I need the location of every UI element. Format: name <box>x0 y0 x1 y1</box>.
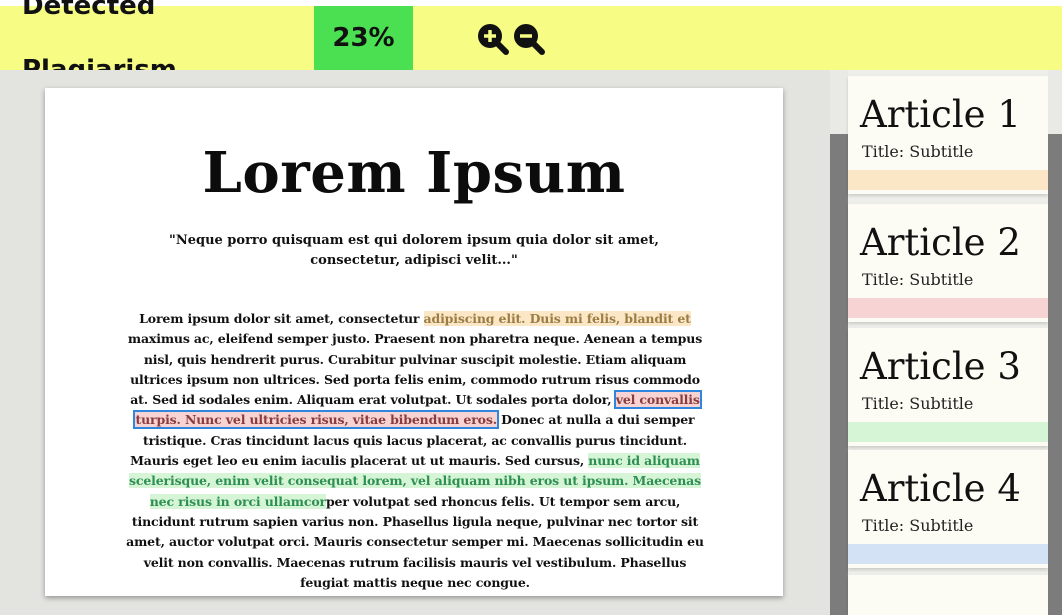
zoom-in-icon[interactable] <box>475 21 509 55</box>
article-color-bar <box>848 170 1048 190</box>
scrollbar-thumb[interactable] <box>830 70 848 134</box>
article-subtitle: Title: Subtitle <box>862 516 974 535</box>
article-color-bar <box>848 544 1048 564</box>
article-card-partial[interactable] <box>848 575 1048 615</box>
articles-sidebar: Article 1 Title: Subtitle Article 2 Titl… <box>830 70 1062 615</box>
article-title: Article 1 <box>860 93 1021 136</box>
document-title: Lorem Ipsum <box>202 140 626 206</box>
article-subtitle: Title: Subtitle <box>862 142 974 161</box>
scrollbar-thumb[interactable] <box>1048 70 1062 134</box>
plagiarism-percent-badge: 23% <box>314 6 413 70</box>
article-card-3[interactable]: Article 3 Title: Subtitle <box>848 328 1048 446</box>
document-quote: "Neque porro quisquam est qui dolorem ip… <box>169 233 659 268</box>
header-bar: Detected Plagiarism 23% <box>0 0 1062 85</box>
article-title: Article 2 <box>860 221 1021 264</box>
article-subtitle: Title: Subtitle <box>862 270 974 289</box>
document-body: Lorem ipsum dolor sit amet, consectetur … <box>121 309 709 593</box>
article-title: Article 3 <box>860 345 1021 388</box>
article-title: Article 4 <box>860 467 1021 510</box>
document-page: Lorem Ipsum "Neque porro quisquam est qu… <box>45 88 783 596</box>
article-color-bar <box>848 422 1048 442</box>
zoom-controls <box>475 21 545 55</box>
article-card-4[interactable]: Article 4 Title: Subtitle <box>848 450 1048 568</box>
sidebar-scrollbar-left[interactable] <box>830 70 848 615</box>
zoom-out-icon[interactable] <box>511 21 545 55</box>
article-card-2[interactable]: Article 2 Title: Subtitle <box>848 204 1048 322</box>
article-subtitle: Title: Subtitle <box>862 394 974 413</box>
sidebar-scrollbar-right[interactable] <box>1048 70 1062 615</box>
body-text: Lorem ipsum dolor sit amet, consectetur <box>139 311 424 326</box>
document-viewer[interactable]: Lorem Ipsum "Neque porro quisquam est qu… <box>0 70 830 615</box>
match-highlight-article-1[interactable]: adipiscing elit. Duis mi felis, blandit … <box>423 311 691 326</box>
article-list: Article 1 Title: Subtitle Article 2 Titl… <box>848 70 1048 615</box>
article-color-bar <box>848 298 1048 318</box>
article-card-1[interactable]: Article 1 Title: Subtitle <box>848 76 1048 194</box>
